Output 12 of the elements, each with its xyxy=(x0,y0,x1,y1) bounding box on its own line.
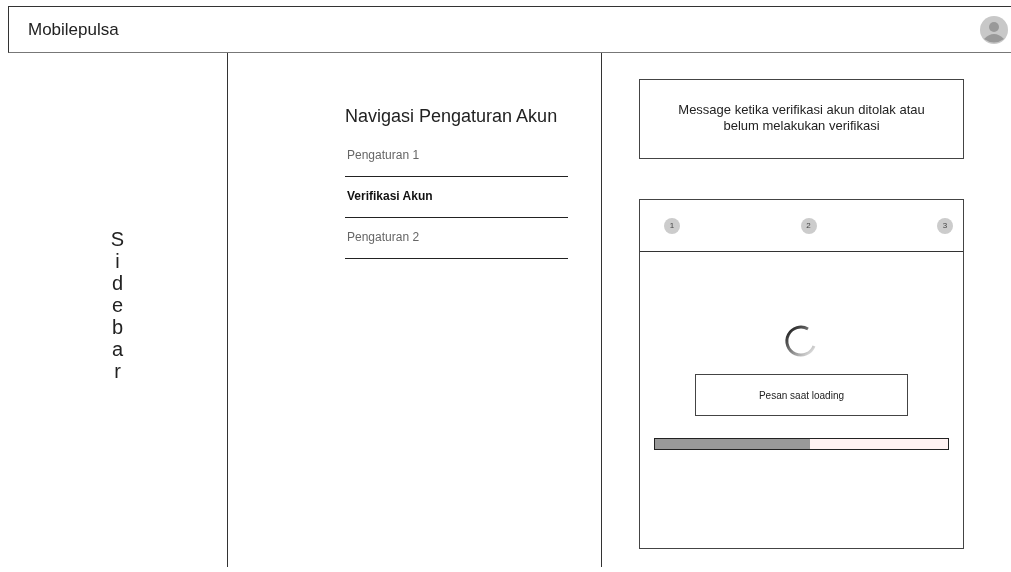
message-box: Message ketika verifikasi akun ditolak atau belum melakukan verifikasi xyxy=(639,79,964,159)
sidebar-label: Sidebar xyxy=(110,228,125,382)
nav-title: Navigasi Pengaturan Akun xyxy=(345,105,559,128)
step-indicator: 1 xyxy=(664,217,680,234)
step-indicator: 3 xyxy=(937,217,953,234)
app-title: Mobilepulsa xyxy=(28,18,119,41)
nav-item[interactable]: Pengaturan 2 xyxy=(345,230,420,244)
avatar-icon[interactable] xyxy=(980,15,1008,44)
loading-message: Pesan saat loading xyxy=(695,374,908,416)
step-indicator: 2 xyxy=(800,217,817,234)
nav-item[interactable]: Pengaturan 1 xyxy=(345,148,420,162)
nav-item[interactable]: Verifikasi Akun xyxy=(345,189,433,203)
